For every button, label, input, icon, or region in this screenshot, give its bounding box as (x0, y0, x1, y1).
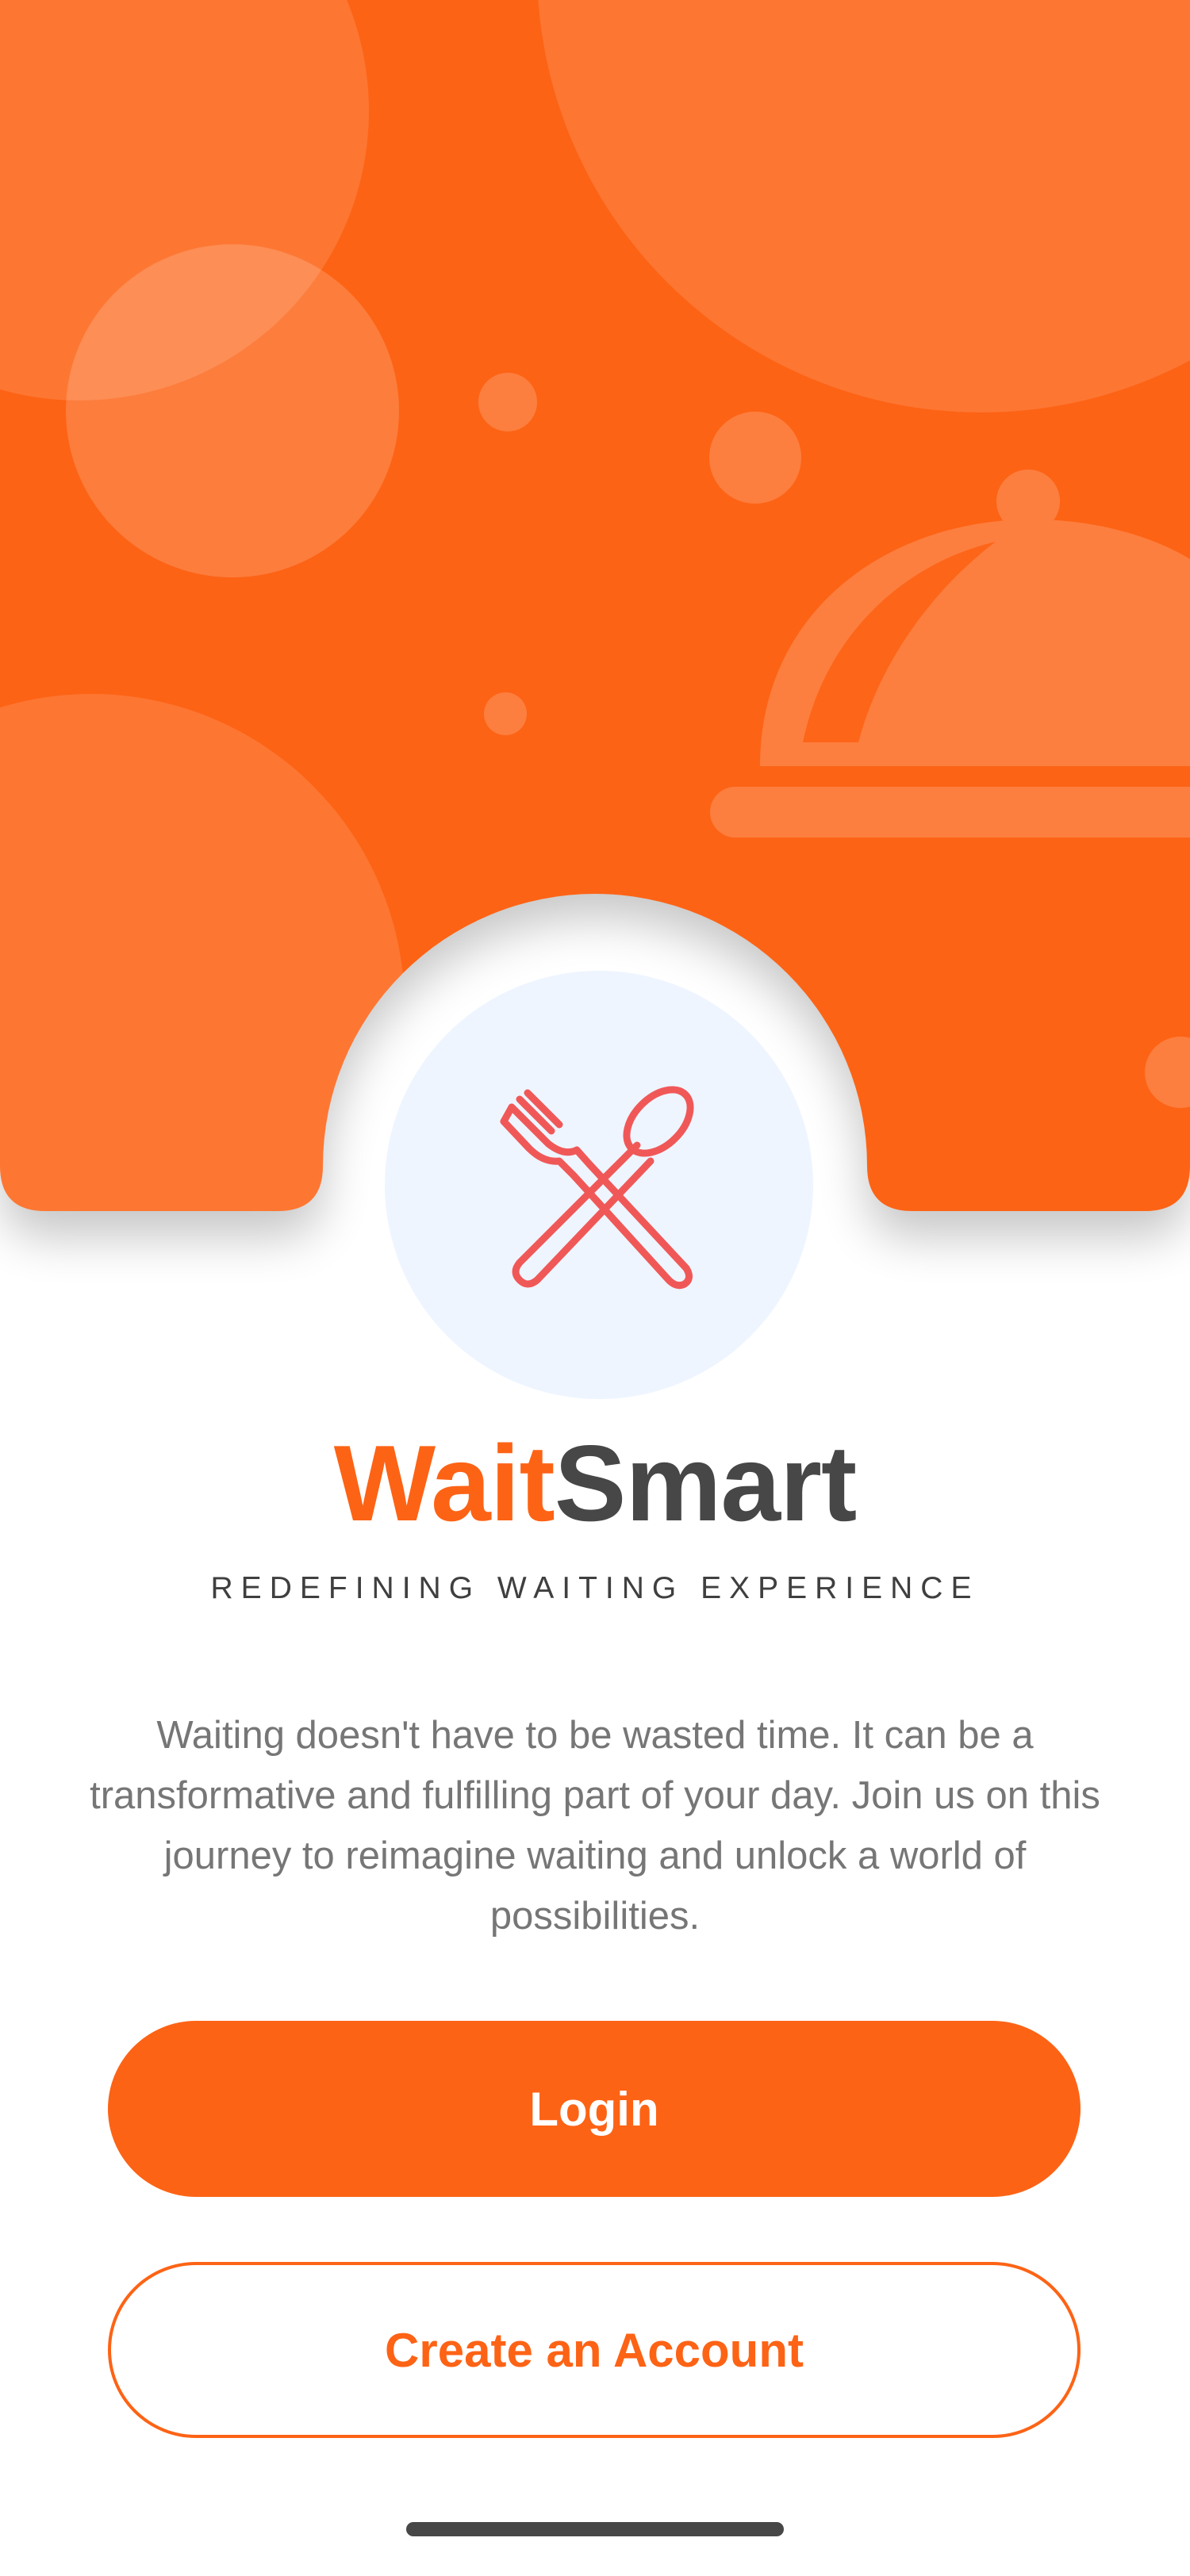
intro-description: Waiting doesn't have to be wasted time. … (90, 1714, 1100, 1938)
home-indicator[interactable] (406, 2522, 784, 2536)
tagline: REDEFINING WAITING EXPERIENCE (210, 1571, 980, 1605)
brand-part-smart: Smart (554, 1423, 857, 1543)
decor-circle (484, 692, 527, 735)
decor-circle (709, 412, 801, 504)
logo-circle (385, 971, 813, 1399)
login-button-label: Login (529, 2082, 659, 2136)
create-account-button[interactable]: Create an Account (108, 2262, 1081, 2438)
decor-circle (66, 244, 399, 577)
login-button[interactable]: Login (108, 2021, 1081, 2197)
fork-spoon-icon (500, 1086, 694, 1290)
brand-part-wait: Wait (333, 1423, 555, 1543)
app-brand-title: WaitSmart (0, 1420, 1190, 1547)
create-account-button-label: Create an Account (385, 2323, 804, 2377)
decor-circle (478, 373, 537, 431)
